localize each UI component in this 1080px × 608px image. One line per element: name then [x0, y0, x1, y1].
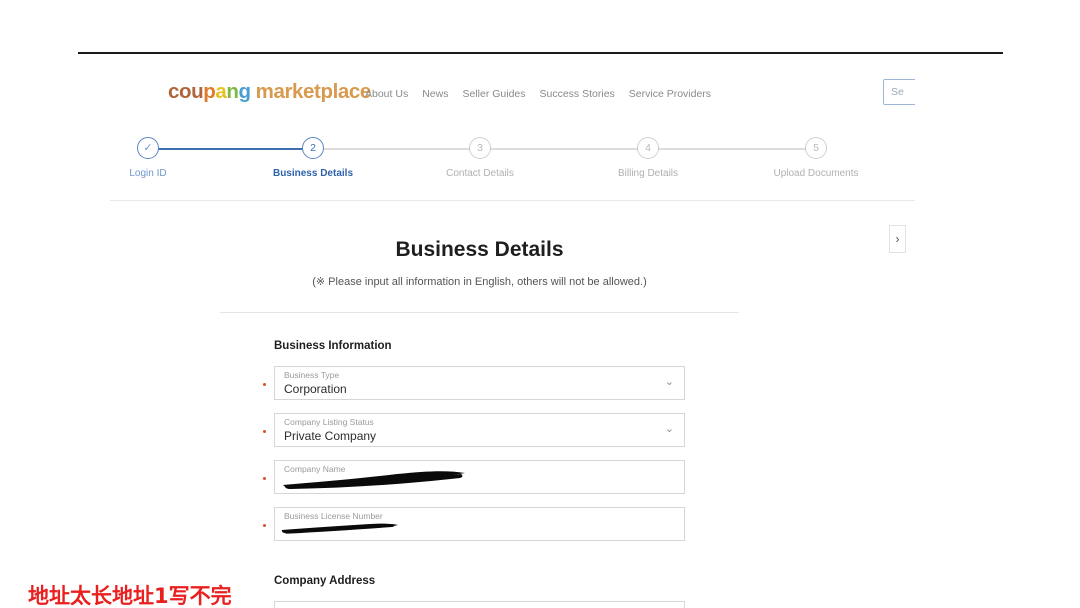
stepper-step-1-label: Login ID	[129, 168, 167, 179]
stepper-step-2-number: 2	[310, 142, 316, 154]
stepper-bottom-divider	[110, 200, 915, 201]
stepper-step-upload-documents[interactable]: 5 Upload Documents	[756, 124, 876, 179]
business-type-label: Business Type	[284, 369, 340, 380]
search-input[interactable]: Se	[883, 79, 915, 105]
stepper-step-5-circle: 5	[805, 137, 827, 159]
company-name-label: Company Name	[284, 463, 346, 474]
field-business-license-number: Business License Number	[263, 506, 685, 541]
stepper-step-5-number: 5	[813, 142, 819, 154]
nav-item-seller-guides[interactable]: Seller Guides	[462, 89, 525, 100]
stepper-step-login-id[interactable]: ✓ Login ID	[110, 124, 208, 179]
logo-text-g: g	[238, 80, 252, 103]
logo-text-a: a	[215, 80, 227, 103]
page-title: Business Details	[395, 238, 564, 261]
section-title-business-information: Business Information	[274, 340, 392, 352]
screenshot-root: coupang marketplace About Us News Seller …	[0, 0, 1080, 608]
logo-text-p: p	[203, 80, 216, 103]
required-marker-icon	[263, 476, 266, 480]
stepper-step-3-circle: 3	[469, 137, 491, 159]
stepper-step-2-label: Business Details	[272, 168, 354, 179]
required-marker-icon	[263, 382, 266, 386]
company-name-input[interactable]: Company Name	[274, 459, 685, 494]
stepper-step-4-number: 4	[645, 142, 651, 154]
stepper-step-5-label: Upload Documents	[773, 168, 859, 179]
stepper-step-billing-details[interactable]: 4 Billing Details	[588, 124, 708, 179]
stepper-step-2-circle: 2	[302, 137, 324, 159]
registration-stepper: ✓ Login ID 2 Business Details 3 Contact …	[110, 124, 915, 194]
form-top-divider	[220, 312, 739, 313]
nav-item-success-stories[interactable]: Success Stories	[540, 89, 615, 100]
embedded-page-viewport: coupang marketplace About Us News Seller …	[110, 62, 915, 608]
stepper-step-contact-details[interactable]: 3 Contact Details	[420, 124, 540, 179]
logo-text-n: n	[226, 80, 239, 103]
stepper-step-4-circle: 4	[637, 137, 659, 159]
company-listing-status-value: Private Company	[284, 428, 377, 443]
business-details-form: Business Information Business Type Corpo…	[263, 340, 685, 608]
field-address-line-1: Address Line 1	[274, 600, 685, 608]
logo-text-cou: cou	[168, 80, 204, 103]
stepper-step-3-label: Contact Details	[446, 168, 514, 179]
coupang-marketplace-logo[interactable]: coupang marketplace	[168, 80, 372, 103]
business-license-number-label: Business License Number	[284, 510, 383, 521]
field-company-name: Company Name	[263, 459, 685, 494]
top-divider-rule	[78, 52, 1003, 54]
field-business-type: Business Type Corporation ⌄	[263, 365, 685, 400]
address-line-1-input[interactable]: Address Line 1	[274, 600, 685, 608]
required-marker-icon	[263, 429, 266, 433]
site-header: coupang marketplace About Us News Seller …	[110, 62, 915, 124]
business-type-select[interactable]: Business Type Corporation ⌄	[274, 365, 685, 400]
stepper-step-business-details[interactable]: 2 Business Details	[253, 124, 373, 179]
company-listing-status-select[interactable]: Company Listing Status Private Company ⌄	[274, 412, 685, 447]
page-subtitle-note: (※ Please input all information in Engli…	[312, 276, 647, 288]
required-marker-icon	[263, 523, 266, 527]
company-listing-status-label: Company Listing Status	[284, 416, 374, 427]
nav-item-news[interactable]: News	[422, 89, 448, 100]
search-input-placeholder: Se	[891, 86, 904, 98]
stepper-step-1-number: ✓	[143, 142, 153, 154]
nav-item-about-us[interactable]: About Us	[365, 89, 408, 100]
primary-navigation: About Us News Seller Guides Success Stor…	[365, 89, 711, 100]
stepper-step-3-number: 3	[477, 142, 483, 154]
stepper-check-icon: ✓	[137, 137, 159, 159]
business-license-number-input[interactable]: Business License Number	[274, 506, 685, 541]
business-type-value: Corporation	[284, 381, 347, 396]
nav-item-service-providers[interactable]: Service Providers	[629, 89, 711, 100]
business-license-redaction-mark	[278, 519, 408, 537]
red-handwritten-annotation: 地址太长地址1写不完	[28, 584, 232, 608]
logo-text-marketplace: marketplace	[255, 80, 372, 103]
field-company-listing-status: Company Listing Status Private Company ⌄	[263, 412, 685, 447]
stepper-step-4-label: Billing Details	[617, 168, 679, 179]
chevron-down-icon: ⌄	[664, 375, 674, 388]
chevron-right-icon[interactable]: ›	[889, 225, 906, 253]
chevron-down-icon: ⌄	[664, 422, 674, 435]
section-title-company-address: Company Address	[274, 574, 376, 587]
